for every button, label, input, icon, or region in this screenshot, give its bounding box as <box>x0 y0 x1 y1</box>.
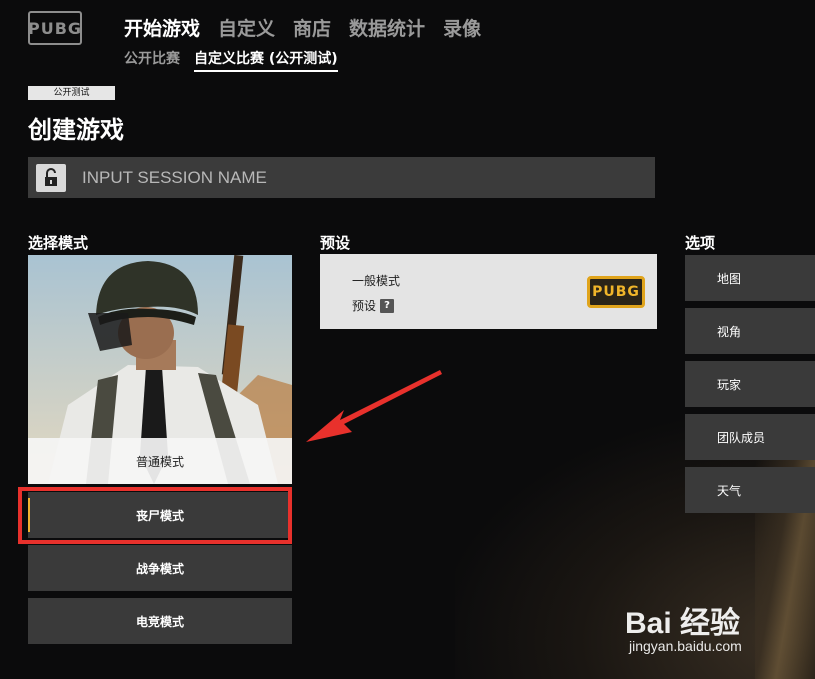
preset-section-label: 预设 <box>320 234 351 252</box>
nav-item-replays[interactable]: 录像 <box>443 14 481 41</box>
unlock-icon[interactable] <box>36 163 66 192</box>
watermark-brand: Bai 经验 <box>625 607 741 640</box>
mode-section-label: 选择模式 <box>28 234 89 252</box>
session-name-field <box>28 157 655 198</box>
baidu-watermark: Bai 经验 jingyan.baidu.com <box>625 590 775 660</box>
option-map[interactable]: 地图 <box>685 255 815 301</box>
preset-label: 预设 <box>352 299 377 313</box>
option-perspective[interactable]: 视角 <box>685 308 815 354</box>
mode-option-war[interactable]: 战争模式 <box>28 545 292 591</box>
sub-nav: 公开比赛 自定义比赛 (公开测试) <box>124 48 352 72</box>
nav-item-custom[interactable]: 自定义 <box>218 14 275 41</box>
nav-item-play[interactable]: 开始游戏 <box>124 14 200 41</box>
nav-item-stats[interactable]: 数据统计 <box>349 14 425 41</box>
option-players[interactable]: 玩家 <box>685 361 815 407</box>
session-name-input[interactable] <box>82 167 642 188</box>
subnav-item-custom-match[interactable]: 自定义比赛 (公开测试) <box>194 48 338 72</box>
preset-row: 预设 ? <box>352 297 395 314</box>
nav-item-store[interactable]: 商店 <box>293 14 331 41</box>
annotation-highlight-box <box>18 487 292 544</box>
page-title: 创建游戏 <box>28 116 124 144</box>
option-weather[interactable]: 天气 <box>685 467 815 513</box>
help-icon[interactable]: ? <box>380 298 395 313</box>
mode-card-normal[interactable]: 普通模式 <box>28 255 292 484</box>
mode-card-label: 普通模式 <box>28 438 292 484</box>
pubg-logo[interactable]: PUBG <box>28 11 82 45</box>
option-team-members[interactable]: 团队成员 <box>685 414 815 460</box>
main-nav: 开始游戏 自定义 商店 数据统计 录像 <box>124 14 499 41</box>
preset-card[interactable]: 一般模式 预设 ? PUBG <box>320 254 657 329</box>
watermark-url: jingyan.baidu.com <box>629 638 742 654</box>
options-section-label: 选项 <box>685 234 716 252</box>
preset-mode-label: 一般模式 <box>352 274 401 288</box>
beta-badge: 公开测试 <box>28 86 115 100</box>
mode-option-esports[interactable]: 电竞模式 <box>28 598 292 644</box>
pubg-preset-logo: PUBG <box>587 276 645 308</box>
subnav-item-public-match[interactable]: 公开比赛 <box>124 48 180 72</box>
